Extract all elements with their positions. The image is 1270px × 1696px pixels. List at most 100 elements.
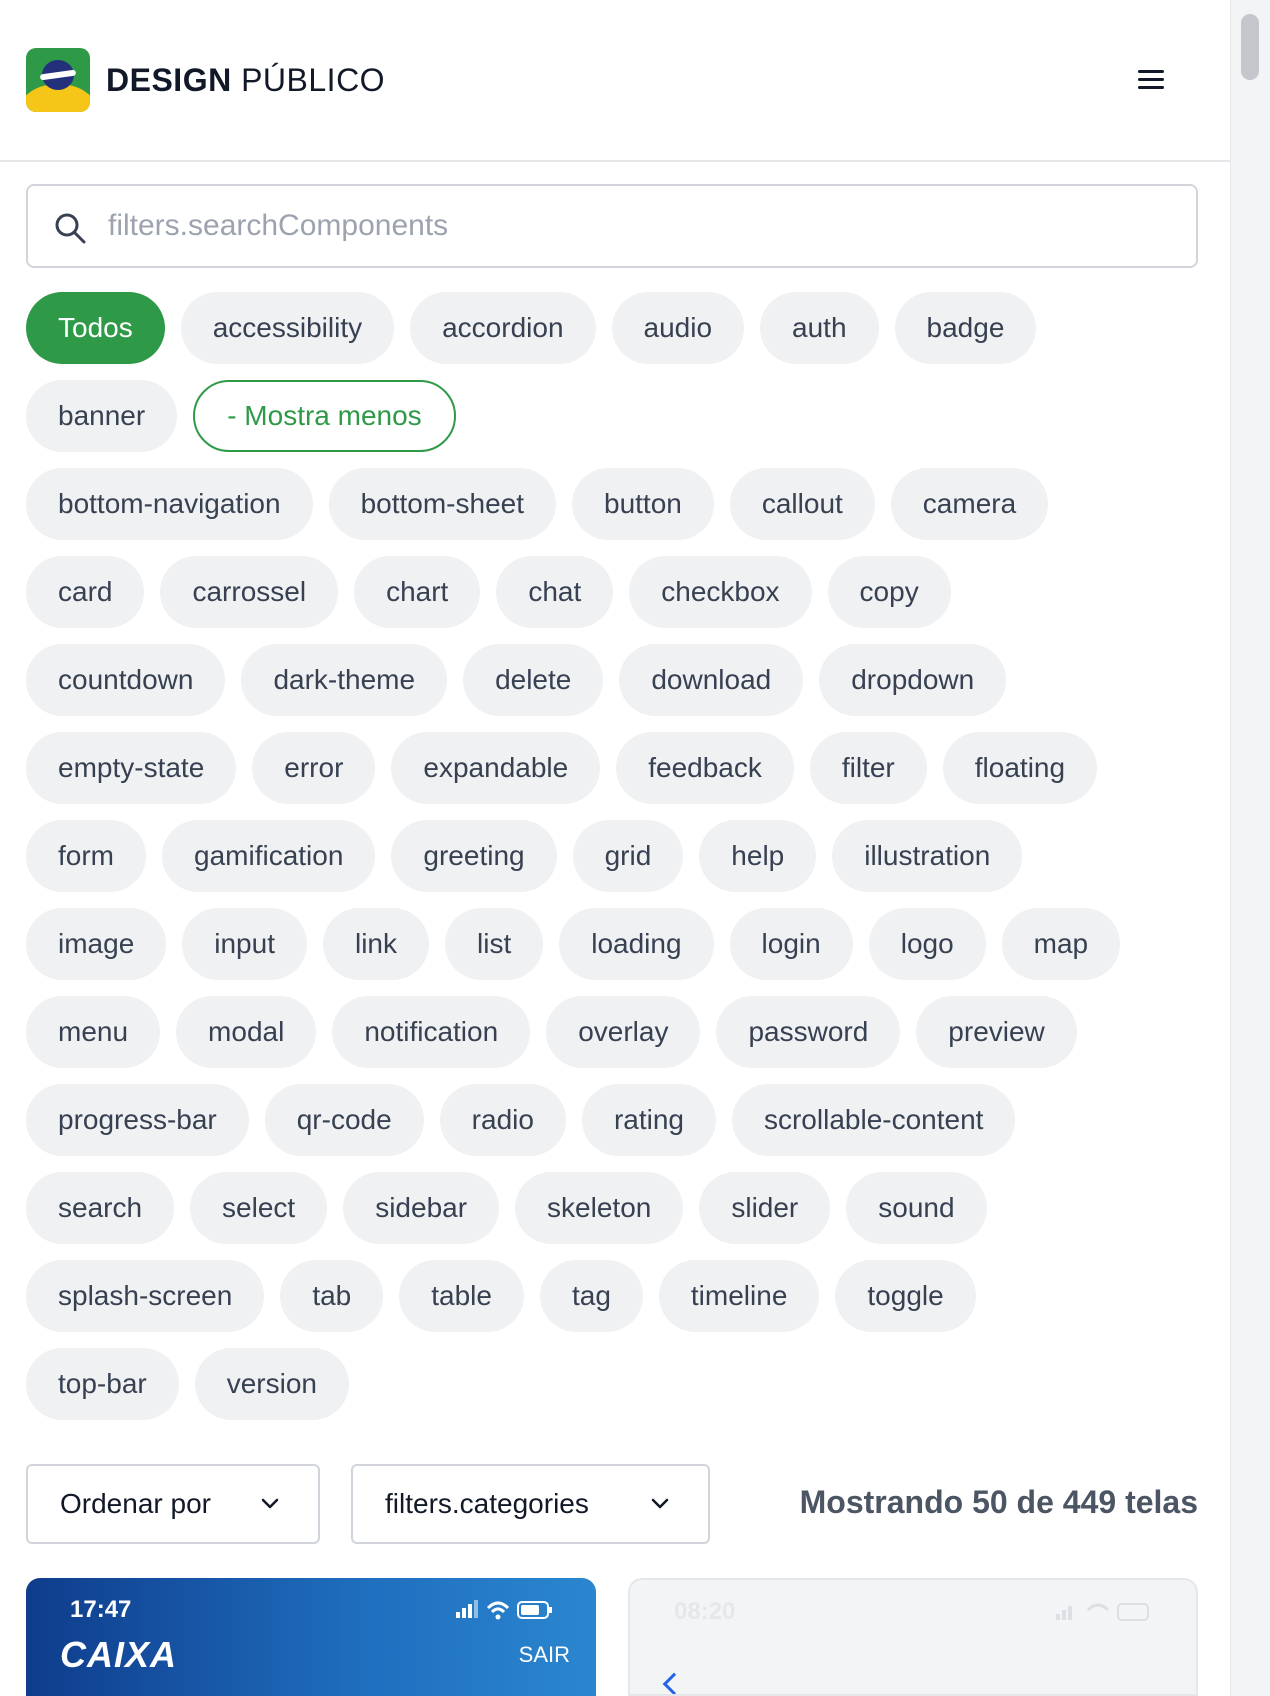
chip-row: empty-state error expandable feedback filter… <box>26 732 1206 804</box>
caixa-logo: CAIXA <box>60 1634 178 1675</box>
tag-chip[interactable]: progress-bar <box>26 1084 249 1156</box>
chevron-down-icon <box>261 1498 279 1509</box>
tag-chip[interactable]: filter <box>809 732 927 804</box>
tag-chip[interactable]: select <box>190 1172 328 1244</box>
tag-chip[interactable]: greeting <box>391 820 557 892</box>
tag-chip[interactable]: password <box>716 996 901 1068</box>
tag-chip[interactable]: carrossel <box>160 556 339 628</box>
hamburger-icon[interactable] <box>1126 64 1172 96</box>
tag-chip[interactable]: search <box>26 1172 175 1244</box>
tag-chip[interactable]: image <box>26 908 167 980</box>
tag-chip[interactable]: gamification <box>162 820 376 892</box>
tag-chip[interactable]: dropdown <box>819 644 1007 716</box>
search-input[interactable] <box>108 204 1168 248</box>
tag-chip[interactable]: accessibility <box>180 292 395 364</box>
chip-row: form gamification greeting grid help illustra… <box>26 820 1206 892</box>
tag-chip[interactable]: logo <box>868 908 986 980</box>
tag-chip[interactable]: copy <box>827 556 951 628</box>
tag-chip[interactable]: notification <box>332 996 531 1068</box>
tag-chip[interactable]: radio <box>439 1084 566 1156</box>
sort-dropdown[interactable]: Ordenar por <box>26 1464 320 1544</box>
chip-row: splash-screen tab table tag timeline toggle <box>26 1260 1206 1332</box>
tag-chip[interactable]: bottom-sheet <box>328 468 556 540</box>
show-less-button[interactable]: - Mostra menos <box>193 380 456 452</box>
tag-chip[interactable]: card <box>26 556 145 628</box>
tag-chip[interactable]: audio <box>611 292 745 364</box>
tag-chip[interactable]: splash-screen <box>26 1260 265 1332</box>
tag-chip[interactable]: map <box>1001 908 1121 980</box>
tag-chip[interactable]: menu <box>26 996 161 1068</box>
tag-chip[interactable]: loading <box>559 908 714 980</box>
tag-chip[interactable]: toggle <box>835 1260 976 1332</box>
tag-chip[interactable]: top-bar <box>26 1348 179 1420</box>
tag-chip[interactable]: expandable <box>391 732 601 804</box>
tag-chip[interactable]: dark-theme <box>241 644 448 716</box>
tag-chip[interactable]: link <box>322 908 429 980</box>
chip-row: banner - Mostra menos <box>26 380 1206 452</box>
tag-chip[interactable]: error <box>252 732 376 804</box>
screen-card[interactable]: 08:20 <box>628 1578 1198 1696</box>
tag-chip[interactable]: overlay <box>546 996 701 1068</box>
screen-card[interactable]: 17:47 CAIXA SAIR <box>26 1578 596 1696</box>
tag-chip[interactable]: banner <box>26 380 178 452</box>
search-box[interactable] <box>26 184 1198 268</box>
tag-chip[interactable]: chat <box>496 556 614 628</box>
status-time: 17:47 <box>70 1596 132 1623</box>
tag-chip[interactable]: skeleton <box>515 1172 684 1244</box>
tag-chip[interactable]: feedback <box>616 732 794 804</box>
tag-chip[interactable]: login <box>729 908 853 980</box>
tag-chip[interactable]: accordion <box>410 292 596 364</box>
tag-chip[interactable]: preview <box>916 996 1077 1068</box>
tag-chip[interactable]: grid <box>572 820 684 892</box>
chip-row: countdown dark-theme delete download dropdow… <box>26 644 1206 716</box>
tag-chip[interactable]: scrollable-content <box>731 1084 1016 1156</box>
tag-chip[interactable]: rating <box>581 1084 716 1156</box>
tag-chip[interactable]: floating <box>942 732 1098 804</box>
tag-chip[interactable]: table <box>399 1260 524 1332</box>
tag-chip[interactable]: auth <box>760 292 879 364</box>
tag-chip[interactable]: checkbox <box>629 556 812 628</box>
tag-chip[interactable]: qr-code <box>264 1084 424 1156</box>
tag-chip[interactable]: illustration <box>832 820 1023 892</box>
brand-title-light: PÚBLICO <box>241 62 386 98</box>
tag-chip[interactable]: countdown <box>26 644 226 716</box>
tag-filter-chips: Todos accessibility accordion audio auth badg… <box>26 292 1206 1436</box>
tag-chip[interactable]: modal <box>176 996 317 1068</box>
tag-chip[interactable]: camera <box>890 468 1049 540</box>
chip-row: card carrossel chart chat checkbox copy <box>26 556 1206 628</box>
scrollbar-thumb[interactable] <box>1241 14 1259 80</box>
tag-chip[interactable]: form <box>26 820 146 892</box>
tag-chip[interactable]: callout <box>729 468 875 540</box>
tag-chip[interactable]: help <box>699 820 817 892</box>
tag-chip[interactable]: chart <box>354 556 481 628</box>
tag-chip[interactable]: sidebar <box>343 1172 500 1244</box>
page-scrollbar[interactable] <box>1230 0 1270 1696</box>
search-icon <box>55 213 86 244</box>
tag-chip[interactable]: badge <box>894 292 1037 364</box>
tag-chip[interactable]: version <box>194 1348 349 1420</box>
tag-chip[interactable]: input <box>182 908 307 980</box>
tag-chip[interactable]: download <box>619 644 804 716</box>
tag-chip[interactable]: tag <box>539 1260 643 1332</box>
chip-row: top-bar version <box>26 1348 1206 1420</box>
tag-chip[interactable]: slider <box>699 1172 831 1244</box>
brand-title-bold: DESIGN <box>106 62 232 98</box>
tag-chip[interactable]: sound <box>846 1172 987 1244</box>
tag-chip[interactable]: timeline <box>658 1260 820 1332</box>
design-publico-logo[interactable] <box>26 48 90 112</box>
tag-chip[interactable]: button <box>572 468 714 540</box>
tag-chip[interactable]: tab <box>280 1260 384 1332</box>
categories-dropdown[interactable]: filters.categories <box>351 1464 710 1544</box>
chip-row: search select sidebar skeleton slider sound <box>26 1172 1206 1244</box>
results-count: Mostrando 50 de 449 telas <box>799 1484 1198 1520</box>
tag-chip-active[interactable]: Todos <box>26 292 165 364</box>
tag-chip[interactable]: empty-state <box>26 732 237 804</box>
tag-chip[interactable]: bottom-navigation <box>26 468 313 540</box>
chip-row: Todos accessibility accordion audio auth badg… <box>26 292 1206 364</box>
chip-row: progress-bar qr-code radio rating scrollable… <box>26 1084 1206 1156</box>
chip-row: bottom-navigation bottom-sheet button callo… <box>26 468 1206 540</box>
sair-link: SAIR <box>518 1642 570 1667</box>
tag-chip[interactable]: delete <box>463 644 604 716</box>
brand-title[interactable]: DESIGN PÚBLICO <box>106 62 385 99</box>
tag-chip[interactable]: list <box>445 908 544 980</box>
